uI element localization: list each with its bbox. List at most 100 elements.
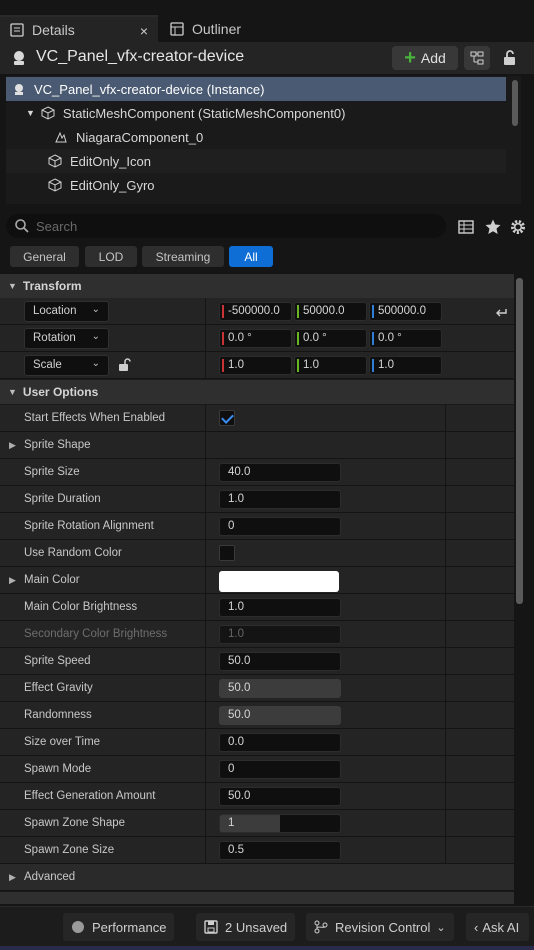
property-label: Main Color Brightness (24, 601, 138, 613)
cube-icon (48, 154, 62, 168)
cube-icon (41, 106, 55, 120)
search-input[interactable]: Search (6, 214, 446, 238)
scale-dropdown[interactable]: Scale ⌄ (24, 355, 109, 376)
property-effect-gravity: Effect Gravity 50.0 (0, 675, 514, 702)
tree-item-gyro[interactable]: EditOnly_Gyro (6, 173, 506, 197)
tree-item-niagara[interactable]: NiagaraComponent_0 (6, 125, 506, 149)
table-view-icon[interactable] (457, 218, 475, 236)
tab-details[interactable]: Details × (0, 15, 158, 42)
properties-scrollbar[interactable] (516, 278, 523, 604)
scale-z-field[interactable]: 1.0 (369, 356, 442, 375)
chevron-down-icon: ⌄ (91, 358, 100, 369)
lock-icon[interactable] (500, 48, 520, 68)
tab-outliner[interactable]: Outliner (160, 15, 280, 42)
property-label: Use Random Color (24, 547, 122, 559)
divider (445, 648, 446, 675)
sprite-size-field[interactable]: 40.0 (219, 463, 341, 482)
revision-control-button[interactable]: Revision Control ⌄ (306, 913, 454, 941)
property-label: Sprite Shape (24, 439, 91, 451)
filter-lod[interactable]: LOD (85, 246, 137, 267)
sprite-speed-field[interactable]: 50.0 (219, 652, 341, 671)
divider (445, 783, 446, 810)
reset-arrow-icon[interactable] (494, 306, 508, 318)
divider (445, 621, 446, 648)
generation-amount-field[interactable]: 50.0 (219, 787, 341, 806)
unlock-icon[interactable] (117, 358, 131, 372)
ask-ai-button[interactable]: ‹ Ask AI (466, 913, 530, 941)
divider (445, 567, 446, 594)
filter-general[interactable]: General (10, 246, 79, 267)
expand-arrow-icon[interactable]: ▶ (9, 575, 16, 586)
property-advanced[interactable]: ▶ Advanced (0, 864, 514, 891)
expand-arrow-icon[interactable]: ▶ (9, 440, 16, 451)
location-z-field[interactable]: 500000.0 (369, 302, 442, 321)
plus-icon: + (404, 47, 416, 69)
category-user-options[interactable]: ▼ User Options (0, 380, 514, 404)
collapse-arrow-icon: ▼ (8, 387, 17, 397)
property-label: Spawn Zone Size (24, 844, 115, 856)
performance-label: Performance (92, 919, 167, 935)
collapse-arrow-icon: ▼ (8, 281, 17, 291)
spawn-zone-shape-slider[interactable]: 1 (219, 814, 341, 833)
start-effects-checkbox[interactable] (219, 410, 235, 426)
rotation-y-field[interactable]: 0.0 ° (294, 329, 367, 348)
tree-item-root[interactable]: VC_Panel_vfx-creator-device (Instance) (6, 77, 506, 101)
status-bar: Performance 2 Unsaved Revision Control ⌄… (0, 906, 534, 946)
rotation-z-field[interactable]: 0.0 ° (369, 329, 442, 348)
property-main-color: ▶ Main Color (0, 567, 514, 594)
effect-gravity-slider[interactable]: 50.0 (219, 679, 341, 698)
property-label: Effect Gravity (24, 682, 93, 694)
divider (205, 621, 206, 648)
property-location: Location ⌄ -500000.0 50000.0 500000.0 (0, 298, 514, 325)
divider (445, 837, 446, 864)
sprite-duration-field[interactable]: 1.0 (219, 490, 341, 509)
scale-y-field[interactable]: 1.0 (294, 356, 367, 375)
randomness-slider[interactable]: 50.0 (219, 706, 341, 725)
expand-arrow-icon[interactable]: ▶ (9, 872, 16, 883)
actor-name: VC_Panel_vfx-creator-device (36, 48, 245, 65)
performance-button[interactable]: Performance (63, 913, 175, 941)
rotation-label: Rotation (33, 332, 76, 344)
location-dropdown[interactable]: Location ⌄ (24, 301, 109, 322)
size-over-time-field[interactable]: 0.0 (219, 733, 341, 752)
spawn-zone-size-field[interactable]: 0.5 (219, 841, 341, 860)
tree-item-label: EditOnly_Gyro (70, 177, 155, 193)
property-label: Start Effects When Enabled (24, 412, 166, 424)
tree-item-icon[interactable]: EditOnly_Icon (6, 149, 506, 173)
search-placeholder: Search (36, 218, 78, 234)
rotation-x-field[interactable]: 0.0 ° (219, 329, 292, 348)
filter-streaming[interactable]: Streaming (142, 246, 224, 267)
top-strip (0, 0, 534, 12)
category-partial (0, 892, 514, 904)
add-component-button[interactable]: + Add (392, 46, 458, 70)
unsaved-button[interactable]: 2 Unsaved (196, 913, 296, 941)
spawn-mode-field[interactable]: 0 (219, 760, 341, 779)
main-color-swatch[interactable] (219, 571, 339, 592)
property-scale: Scale ⌄ 1.0 1.0 1.0 (0, 352, 514, 379)
close-icon[interactable]: × (140, 23, 148, 39)
blueprint-button[interactable] (464, 46, 490, 70)
random-color-checkbox[interactable] (219, 545, 235, 561)
location-x-field[interactable]: -500000.0 (219, 302, 292, 321)
bottom-strip (0, 946, 534, 950)
filter-all[interactable]: All (229, 246, 273, 267)
tree-item-label: NiagaraComponent_0 (76, 129, 204, 145)
location-label: Location (33, 305, 77, 317)
sprite-rotation-field[interactable]: 0 (219, 517, 341, 536)
property-rotation: Rotation ⌄ 0.0 ° 0.0 ° 0.0 ° (0, 325, 514, 352)
ask-ai-label: Ask AI (482, 919, 520, 935)
main-brightness-field[interactable]: 1.0 (219, 598, 341, 617)
blueprint-icon (470, 51, 484, 65)
location-y-field[interactable]: 50000.0 (294, 302, 367, 321)
tree-item-staticmesh[interactable]: ▼ StaticMeshComponent (StaticMeshCompone… (6, 101, 506, 125)
gear-icon[interactable] (509, 218, 527, 236)
property-label: Randomness (24, 709, 92, 721)
star-icon[interactable] (484, 218, 502, 236)
scale-x-field[interactable]: 1.0 (219, 356, 292, 375)
category-transform[interactable]: ▼ Transform (0, 274, 514, 298)
revision-label: Revision Control (335, 919, 431, 935)
property-sprite-shape[interactable]: ▶ Sprite Shape (0, 432, 514, 459)
tree-item-label: EditOnly_Icon (70, 153, 151, 169)
rotation-dropdown[interactable]: Rotation ⌄ (24, 328, 109, 349)
tree-scrollbar[interactable] (512, 80, 518, 126)
